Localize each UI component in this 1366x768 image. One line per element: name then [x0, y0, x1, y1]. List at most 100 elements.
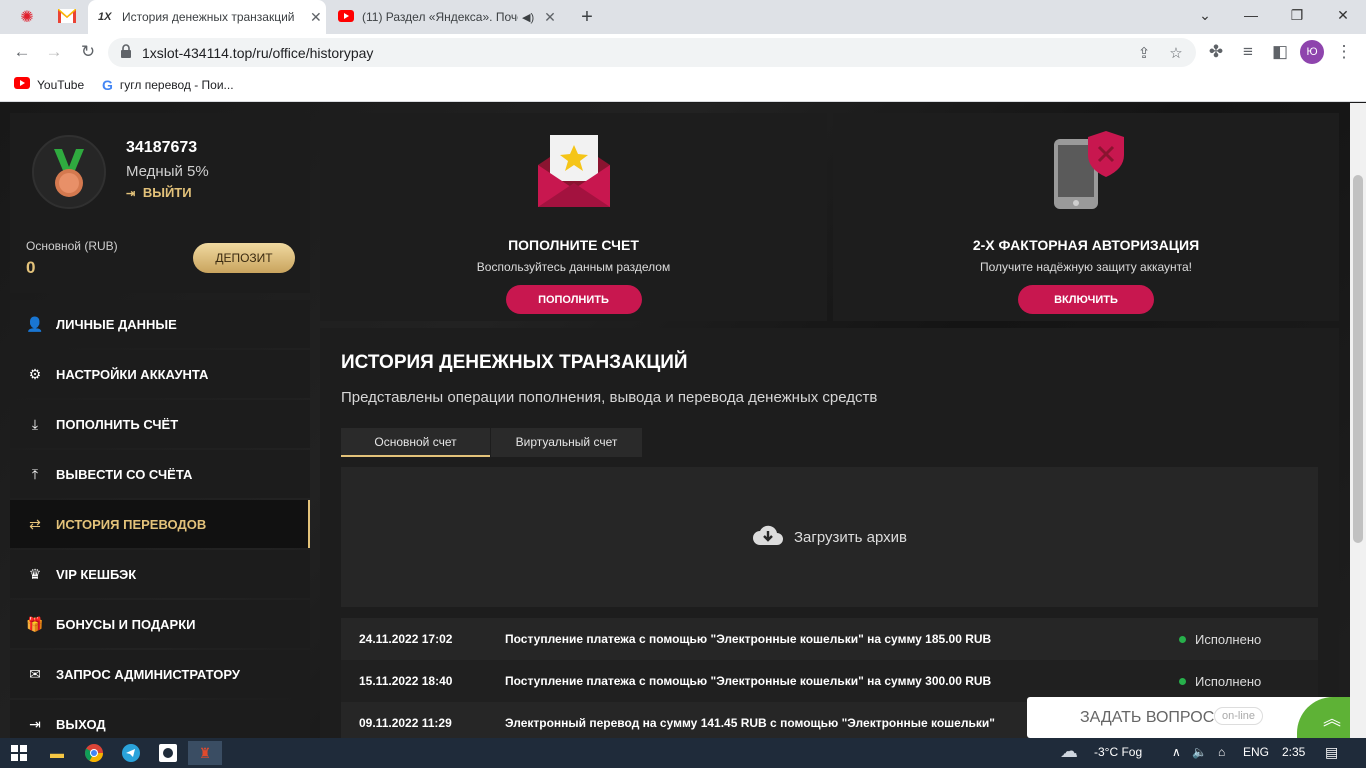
row-date: 15.11.2022 18:40 — [359, 674, 453, 688]
opera-icon: ✺ — [20, 9, 34, 26]
sidebar-item-label: ПОПОЛНИТЬ СЧЁТ — [56, 416, 179, 432]
clock[interactable]: 2:35 — [1282, 745, 1305, 759]
sidebar-item-personal-data[interactable]: 👤 ЛИЧНЫЕ ДАННЫЕ — [10, 300, 310, 348]
sidebar-item-transfer-history[interactable]: ⇄ ИСТОРИЯ ПЕРЕВОДОВ — [10, 500, 310, 548]
weather-icon[interactable]: ☁ — [1060, 741, 1078, 762]
sidebar-item-label: ИСТОРИЯ ПЕРЕВОДОВ — [56, 516, 207, 532]
chevron-up-icon[interactable]: ∧ — [1172, 745, 1181, 759]
page-scrollbar[interactable] — [1350, 103, 1366, 738]
sidebar-item-label: ВЫВЕСТИ СО СЧЁТА — [56, 466, 193, 482]
load-archive-button[interactable]: Загрузить архив — [341, 467, 1318, 607]
kebab-menu-icon[interactable]: ⋮ — [1332, 40, 1356, 64]
reload-icon[interactable]: ↻ — [76, 40, 100, 64]
bookmark-star-icon[interactable]: ☆ — [1166, 43, 1186, 63]
profile-avatar[interactable]: Ю — [1300, 40, 1324, 64]
restore-icon[interactable]: ❐ — [1274, 0, 1320, 30]
deposit-button[interactable]: ДЕПОЗИТ — [193, 243, 295, 273]
sidebar-item-label: ЗАПРОС АДМИНИСТРАТОРУ — [56, 666, 240, 682]
tab-youtube[interactable]: (11) Раздел «Яндекса». Почему ◀) ✕ — [330, 0, 565, 34]
envelope-star-icon — [532, 131, 616, 215]
speaker-icon[interactable]: 🔈 — [1192, 745, 1207, 759]
tab-virtual-account[interactable]: Виртуальный счет — [491, 428, 642, 457]
chrome-icon[interactable] — [79, 741, 109, 765]
download-icon: ⤓ — [31, 415, 39, 432]
envelope-icon: ✉ — [29, 665, 41, 682]
sidebar-item-admin-request[interactable]: ✉ ЗАПРОС АДМИНИСТРАТОРУ — [10, 650, 310, 698]
forward-arrow-icon[interactable]: → — [42, 40, 66, 64]
status-badge: Исполнено — [1179, 632, 1261, 647]
app-icon[interactable] — [153, 741, 183, 765]
logout-label: ВЫЙТИ — [142, 185, 192, 200]
page-subtitle: Представлены операции пополнения, вывода… — [341, 389, 878, 406]
bookmark-youtube[interactable]: YouTube — [14, 77, 84, 92]
minimize-icon[interactable]: — — [1228, 0, 1274, 30]
sidebar-item-account-settings[interactable]: ⚙ НАСТРОЙКИ АККАУНТА — [10, 350, 310, 398]
balance-value: 0 — [26, 258, 36, 277]
language-indicator[interactable]: ENG — [1243, 745, 1269, 759]
sidebar-item-label: ЛИЧНЫЕ ДАННЫЕ — [56, 316, 177, 332]
close-icon[interactable]: ✕ — [310, 9, 322, 26]
file-explorer-icon[interactable]: ▬ — [42, 741, 72, 765]
active-app-icon[interactable]: ♜ — [188, 741, 222, 765]
tab-title-youtube: (11) Раздел «Яндекса». Почему — [362, 10, 518, 24]
status-dot — [1179, 677, 1186, 685]
sign-out-icon: ⇥ — [126, 188, 136, 200]
network-icon[interactable]: ⌂ — [1218, 745, 1225, 759]
bookmark-label: гугл перевод - Пои... — [119, 78, 234, 92]
back-arrow-icon[interactable]: ← — [10, 40, 34, 64]
new-tab-button[interactable]: + — [575, 0, 599, 34]
gift-icon: 🎁 — [26, 615, 44, 632]
enable-2fa-button[interactable]: ВКЛЮЧИТЬ — [1018, 285, 1154, 314]
upload-icon: ⤒ — [31, 465, 39, 482]
loyalty-level: Медный 5% — [126, 163, 209, 180]
bookmarks-bar: YouTube G гугл перевод - Пои... — [0, 70, 1366, 102]
google-icon: G — [102, 77, 113, 93]
row-description: Поступление платежа с помощью "Электронн… — [505, 674, 992, 688]
scrollbar-thumb[interactable] — [1353, 175, 1363, 543]
status-badge: Исполнено — [1179, 674, 1261, 689]
weather-text[interactable]: -3°C Fog — [1094, 745, 1142, 759]
close-window-icon[interactable]: ✕ — [1320, 0, 1366, 30]
row-date: 09.11.2022 11:29 — [359, 716, 452, 730]
close-icon[interactable]: ✕ — [544, 9, 556, 26]
media-controls-icon[interactable]: ≡ — [1236, 40, 1260, 64]
status-text: Исполнено — [1195, 631, 1262, 647]
row-description: Поступление платежа с помощью "Электронн… — [505, 632, 992, 646]
exchange-icon: ⇄ — [29, 515, 41, 532]
tab-history[interactable]: 1X История денежных транзакций ✕ — [88, 0, 326, 34]
sidebar-menu: 👤 ЛИЧНЫЕ ДАННЫЕ ⚙ НАСТРОЙКИ АККАУНТА ⤓ П… — [10, 300, 310, 738]
tab-opera[interactable]: ✺ — [12, 0, 42, 34]
address-bar[interactable]: 1xslot-434114.top/ru/office/historypay ⇪… — [108, 38, 1196, 67]
table-row: 24.11.2022 17:02 Поступление платежа с п… — [341, 618, 1318, 660]
sidebar-item-label: БОНУСЫ И ПОДАРКИ — [56, 616, 196, 632]
sidebar-item-deposit[interactable]: ⤓ ПОПОЛНИТЬ СЧЁТ — [10, 400, 310, 448]
sidebar-item-withdraw[interactable]: ⤒ ВЫВЕСТИ СО СЧЁТА — [10, 450, 310, 498]
extensions-icon[interactable]: ✤ — [1204, 40, 1228, 64]
top-up-button[interactable]: ПОПОЛНИТЬ — [505, 285, 642, 314]
sidebar-item-bonuses[interactable]: 🎁 БОНУСЫ И ПОДАРКИ — [10, 600, 310, 648]
logout-link[interactable]: ⇥ ВЫЙТИ — [126, 185, 192, 200]
share-icon[interactable]: ⇪ — [1134, 43, 1154, 63]
gmail-icon — [57, 7, 77, 26]
bookmark-google-translate[interactable]: G гугл перевод - Пои... — [102, 77, 234, 93]
page-title: ИСТОРИЯ ДЕНЕЖНЫХ ТРАНЗАКЦИЙ — [341, 352, 688, 373]
side-panel-icon[interactable]: ◧ — [1268, 40, 1292, 64]
tab-search-icon[interactable]: ⌄ — [1182, 0, 1228, 30]
online-badge: on-line — [1214, 707, 1264, 725]
sidebar-item-vip-cashback[interactable]: ♛ VIP КЕШБЭК — [10, 550, 310, 598]
crown-icon: ♛ — [28, 565, 42, 582]
bookmark-label: YouTube — [37, 77, 85, 92]
notifications-icon[interactable]: ▤ — [1325, 744, 1338, 761]
ask-question-widget[interactable]: ЗАДАТЬ ВОПРОС on-line ︽ — [1027, 697, 1350, 738]
tab-gmail[interactable] — [50, 0, 84, 34]
speaker-icon[interactable]: ◀) — [522, 11, 534, 24]
account-tabs: Основной счет Виртуальный счет — [341, 428, 642, 457]
chevron-up-icon[interactable]: ︽ — [1297, 697, 1350, 738]
sidebar-item-logout[interactable]: ⇥ ВЫХОД — [10, 700, 310, 738]
windows-start-icon[interactable] — [4, 741, 34, 765]
tab-main-account[interactable]: Основной счет — [341, 428, 490, 457]
user-id: 34187673 — [126, 139, 198, 156]
profile-panel: 34187673 Медный 5% ⇥ ВЫЙТИ Основной (RUB… — [10, 113, 310, 293]
telegram-icon[interactable] — [116, 741, 146, 765]
two-factor-card: 2-Х ФАКТОРНАЯ АВТОРИЗАЦИЯ Получите надёж… — [833, 113, 1339, 321]
